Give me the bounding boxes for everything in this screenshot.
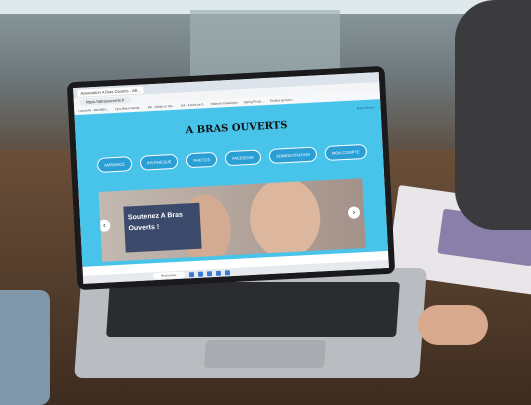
taskbar-app-icon[interactable] bbox=[197, 271, 203, 277]
nav-administration[interactable]: ADMINISTRATION bbox=[268, 146, 318, 164]
coffee-mug bbox=[0, 290, 50, 405]
taskbar-app-icon[interactable] bbox=[206, 270, 212, 276]
hero-photo-woman bbox=[248, 178, 323, 260]
laptop-screen: Association A Bras Ouverts - AB... https… bbox=[66, 65, 396, 291]
taskbar-search[interactable]: Rechercher bbox=[152, 271, 185, 280]
bookmark-item[interactable]: Bio - Wallas et Ste... bbox=[148, 104, 175, 109]
nav-photos[interactable]: PHOTOS bbox=[186, 151, 218, 169]
taskbar-app-icon[interactable] bbox=[224, 269, 230, 275]
bookmark-item[interactable]: Feuilles persons... bbox=[270, 98, 295, 103]
bookmark-item[interactable]: Lynx Bleue Rental... bbox=[115, 106, 142, 111]
nav-mon-compte[interactable]: MON COMPTE bbox=[324, 143, 367, 162]
hero-caption: Soutenez A Bras Ouverts ! bbox=[123, 202, 202, 253]
bookmark-item[interactable]: Spring Produ... bbox=[244, 99, 264, 104]
carousel-next-icon[interactable]: › bbox=[347, 206, 361, 219]
site-nav: AMBIANCE INVITHEQUE PHOTOS FACEBOOK ADMI… bbox=[96, 143, 367, 173]
nav-invitheque[interactable]: INVITHEQUE bbox=[139, 153, 179, 171]
browser-window: Association A Bras Ouverts - AB... https… bbox=[73, 72, 389, 284]
hero-banner: Soutenez A Bras Ouverts ! ‹ › bbox=[98, 178, 366, 262]
nav-facebook[interactable]: FACEBOOK bbox=[224, 149, 262, 167]
laptop-keyboard bbox=[106, 282, 400, 337]
laptop-touchpad bbox=[204, 340, 326, 368]
bookmark-item[interactable]: Maisons Classiques bbox=[211, 101, 238, 106]
person-silhouette bbox=[455, 0, 531, 230]
website-content: A BRAS OUVERTS Nom Prénom AMBIANCE INVIT… bbox=[74, 99, 389, 267]
site-logo[interactable]: A BRAS OUVERTS bbox=[185, 120, 288, 136]
photo-scene: Association A Bras Ouverts - AB... https… bbox=[0, 0, 531, 405]
nav-ambiance[interactable]: AMBIANCE bbox=[96, 156, 133, 173]
taskbar-app-icon[interactable] bbox=[215, 270, 221, 276]
carousel-prev-icon[interactable]: ‹ bbox=[98, 219, 111, 233]
bookmark-item[interactable]: Lavanche - ROUBEX... bbox=[78, 107, 109, 113]
taskbar-app-icon[interactable] bbox=[188, 271, 194, 277]
bookmark-item[interactable]: Sol - Fonds de F... bbox=[181, 102, 206, 107]
hand bbox=[418, 305, 488, 345]
user-link[interactable]: Nom Prénom bbox=[357, 105, 375, 110]
